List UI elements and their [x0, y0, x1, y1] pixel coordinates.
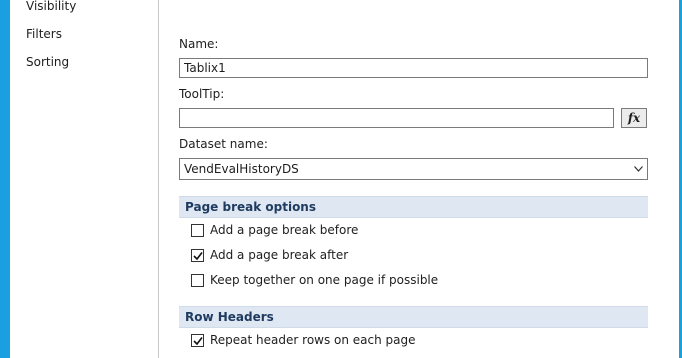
window-left-edge	[0, 0, 10, 358]
page-break-after-label: Add a page break after	[210, 248, 349, 262]
sidebar: Visibility Filters Sorting	[10, 0, 158, 358]
name-input[interactable]	[179, 58, 648, 78]
page-break-section-title: Page break options	[185, 200, 316, 214]
page-break-before-label: Add a page break before	[210, 223, 359, 237]
tooltip-input[interactable]	[179, 108, 614, 128]
sidebar-item-filters[interactable]: Filters	[26, 27, 62, 41]
page-break-before-option[interactable]: Add a page break before	[191, 223, 358, 237]
dataset-label: Dataset name:	[179, 137, 268, 151]
checkmark-icon	[193, 251, 203, 260]
page-break-before-checkbox[interactable]	[191, 223, 204, 237]
name-label: Name:	[179, 37, 219, 51]
sidebar-item-visibility[interactable]: Visibility	[26, 0, 76, 13]
keep-together-option[interactable]: Keep together on one page if possible	[191, 273, 438, 287]
expression-button[interactable]: fx	[621, 108, 647, 128]
sidebar-item-sorting[interactable]: Sorting	[26, 55, 69, 69]
page-break-after-checkbox[interactable]	[191, 248, 204, 262]
fx-icon: fx	[627, 111, 641, 125]
keep-together-label: Keep together on one page if possible	[210, 273, 439, 287]
sidebar-divider	[158, 0, 159, 358]
keep-together-checkbox[interactable]	[191, 273, 204, 287]
row-headers-section-header: Row Headers	[179, 306, 648, 328]
chevron-down-icon	[634, 166, 643, 172]
page-break-section-header: Page break options	[179, 196, 648, 218]
page-break-after-option[interactable]: Add a page break after	[191, 248, 348, 262]
dataset-select-value: VendEvalHistoryDS	[184, 162, 299, 176]
repeat-header-rows-option[interactable]: Repeat header rows on each page	[191, 333, 416, 347]
checkmark-icon	[193, 336, 203, 345]
dataset-select[interactable]: VendEvalHistoryDS	[179, 158, 648, 180]
repeat-header-rows-checkbox[interactable]	[191, 333, 204, 347]
row-headers-section-title: Row Headers	[185, 310, 274, 324]
tooltip-label: ToolTip:	[179, 87, 225, 101]
repeat-header-rows-label: Repeat header rows on each page	[210, 333, 416, 347]
